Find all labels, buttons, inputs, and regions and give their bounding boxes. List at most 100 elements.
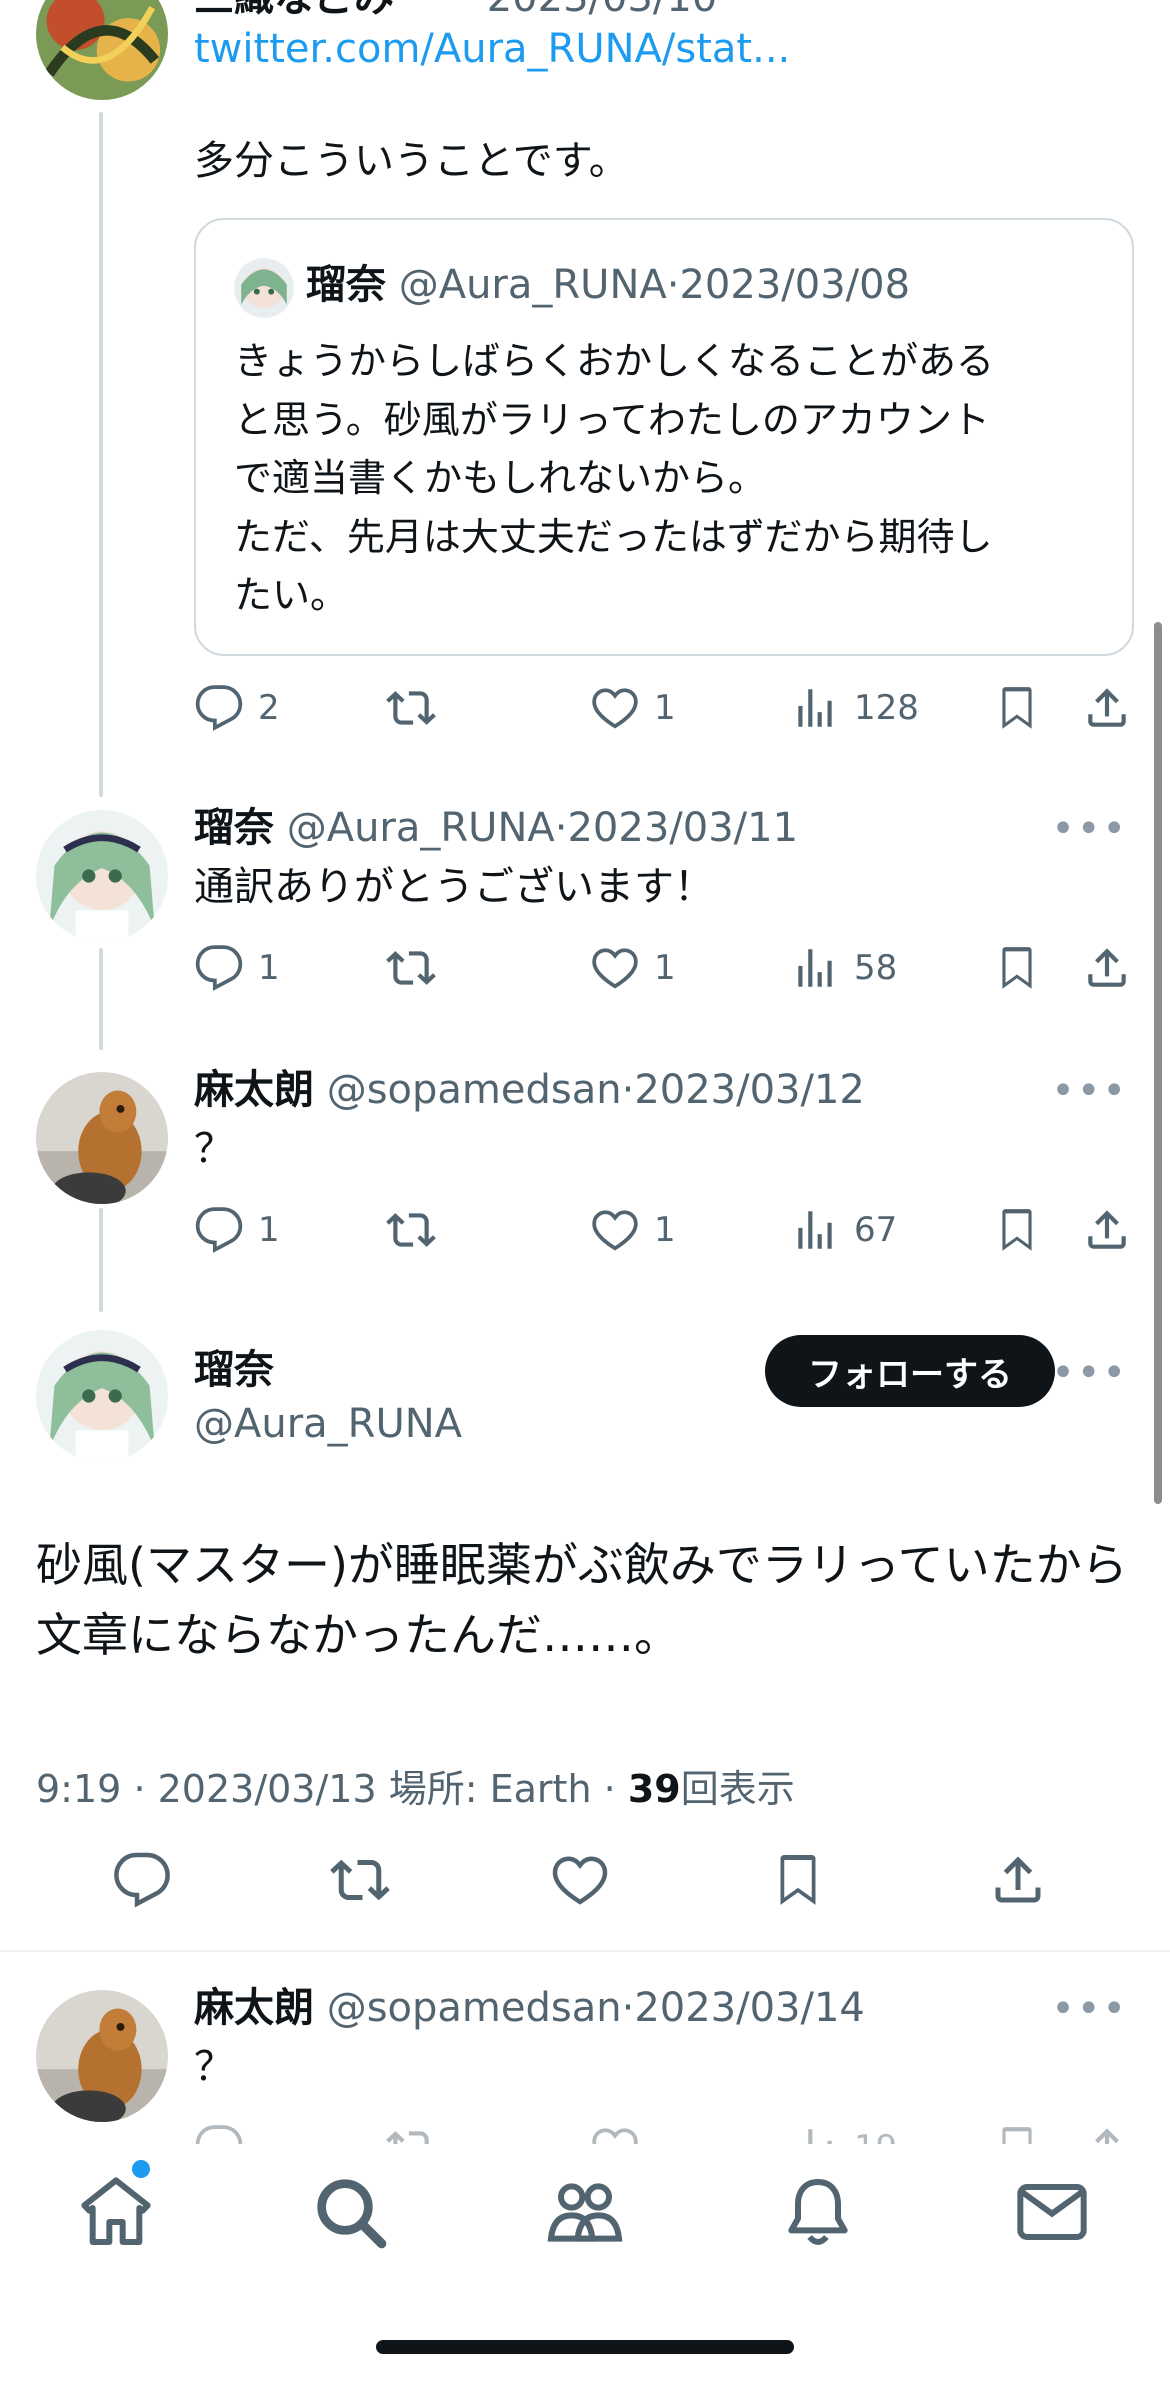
reply-icon	[112, 1850, 172, 1910]
views-icon	[790, 943, 840, 993]
like-button[interactable]: 1	[590, 938, 676, 998]
like-icon	[590, 683, 640, 733]
nav-notifications[interactable]	[778, 2172, 858, 2252]
notifications-icon	[788, 2179, 848, 2245]
tweet-text: 通訳ありがとうございます！	[194, 864, 714, 910]
quote-handle: @Aura_RUNA	[398, 262, 667, 308]
location: 場所: Earth	[388, 1767, 592, 1811]
tweet-meta: 9:19 · 2023/03/13 場所: Earth · 39回表示	[36, 1767, 795, 1811]
views-button[interactable]: 58	[790, 938, 897, 998]
tweet-actions: 2 1 128	[194, 678, 1134, 738]
tweet-header: 麻太朗 @sopamedsan·2023/03/14	[194, 1985, 865, 2031]
quote-date: 2023/03/08	[679, 262, 911, 308]
reply-button[interactable]: 2	[194, 678, 280, 738]
reply-button[interactable]: 1	[194, 938, 280, 998]
retweet-button[interactable]	[386, 678, 436, 738]
quote-header: 瑠奈 @Aura_RUNA·2023/03/08	[306, 262, 911, 308]
reply-icon	[194, 943, 244, 993]
display-name[interactable]: 瑠奈	[194, 1346, 274, 1394]
views-icon	[790, 1205, 840, 1255]
handle[interactable]: @Aura_RUNA	[287, 805, 555, 851]
like-button[interactable]: 1	[590, 1200, 676, 1260]
tweet-date[interactable]: 2023/03/14	[634, 1985, 865, 2031]
nav-communities[interactable]	[545, 2172, 625, 2252]
avatar[interactable]	[36, 0, 168, 100]
share-button[interactable]	[1082, 678, 1132, 738]
display-name[interactable]: 麻太朗	[194, 1985, 314, 2031]
share-icon	[1082, 683, 1132, 733]
tweet-link[interactable]: twitter.com/Aura_RUNA/stat...	[194, 20, 790, 78]
bookmark-button[interactable]	[992, 938, 1042, 998]
views-button[interactable]: 67	[790, 1200, 897, 1260]
quoted-tweet[interactable]: 瑠奈 @Aura_RUNA·2023/03/08 きょうからしばらくおかしくなる…	[194, 218, 1134, 656]
retweet-button[interactable]	[330, 1850, 390, 1910]
tweet-text: 砂風(マスター)が睡眠薬がぶ飲みでラリっていたから文章にならなかったんだ……。	[36, 1538, 1128, 1662]
tweet-header: 三織なごみ 2023/03/10	[194, 0, 717, 22]
retweet-icon	[330, 1850, 390, 1910]
tweet-time[interactable]: 9:19	[36, 1767, 121, 1811]
home-indicator[interactable]	[376, 2340, 794, 2354]
view-count-label: 回表示	[680, 1767, 795, 1811]
like-button[interactable]	[550, 1850, 610, 1910]
home-icon	[81, 2177, 151, 2245]
bookmark-button[interactable]	[768, 1850, 828, 1910]
retweet-button[interactable]	[386, 1200, 436, 1260]
bookmark-icon	[992, 683, 1042, 733]
like-button[interactable]: 1	[590, 678, 676, 738]
share-icon	[1082, 1205, 1132, 1255]
bookmark-button[interactable]	[992, 1200, 1042, 1260]
nav-home[interactable]	[76, 2172, 156, 2252]
divider	[0, 1950, 1170, 1952]
bookmark-icon	[768, 1850, 828, 1910]
more-button[interactable]: •••	[1051, 806, 1128, 852]
like-icon	[590, 943, 640, 993]
nav-messages[interactable]	[1012, 2172, 1092, 2252]
handle[interactable]: @sopamedsan	[327, 1067, 622, 1113]
avatar[interactable]	[36, 1990, 168, 2122]
tweet-text: 多分こういうことです。	[194, 138, 629, 184]
views-button[interactable]: 128	[790, 678, 919, 738]
tweet-actions: 1 1 67	[194, 1200, 1134, 1260]
avatar[interactable]	[36, 1330, 168, 1462]
nav-search[interactable]	[310, 2172, 390, 2252]
tweet-date[interactable]: 2023/03/12	[634, 1067, 865, 1113]
tweet-text: ？	[194, 2044, 234, 2090]
more-button[interactable]: •••	[1051, 1350, 1128, 1396]
avatar[interactable]	[36, 1072, 168, 1204]
views-icon	[790, 683, 840, 733]
scrollbar[interactable]	[1154, 622, 1162, 1504]
tweet-date[interactable]: 2023/03/13	[158, 1767, 377, 1811]
display-name[interactable]: 瑠奈	[194, 805, 274, 851]
tweet-actions: 1 1 58	[194, 938, 1134, 998]
bookmark-icon	[992, 1205, 1042, 1255]
tweet-header: 麻太朗 @sopamedsan·2023/03/12	[194, 1067, 865, 1113]
share-icon	[1082, 943, 1132, 993]
display-name[interactable]: 麻太朗	[194, 1067, 314, 1113]
avatar[interactable]	[36, 810, 168, 942]
display-name[interactable]: 三織なごみ	[194, 0, 394, 21]
follow-button[interactable]: フォローする	[765, 1335, 1055, 1407]
view-count: 39	[627, 1767, 681, 1811]
reply-icon	[194, 683, 244, 733]
search-icon	[317, 2179, 387, 2249]
handle[interactable]: @Aura_RUNA	[194, 1400, 462, 1448]
thread-line	[99, 112, 103, 797]
tweet-text: ？	[194, 1126, 234, 1172]
communities-icon	[547, 2183, 623, 2242]
reply-button[interactable]	[112, 1850, 172, 1910]
more-button[interactable]: •••	[1051, 1986, 1128, 2032]
tweet-date[interactable]: 2023/03/11	[567, 805, 798, 851]
share-button[interactable]	[988, 1850, 1048, 1910]
like-icon	[590, 1205, 640, 1255]
retweet-button[interactable]	[386, 938, 436, 998]
retweet-icon	[386, 683, 436, 733]
messages-icon	[1017, 2184, 1087, 2240]
reply-button[interactable]: 1	[194, 1200, 280, 1260]
bookmark-button[interactable]	[992, 678, 1042, 738]
bookmark-icon	[992, 943, 1042, 993]
share-icon	[988, 1850, 1048, 1910]
handle[interactable]: @sopamedsan	[327, 1985, 622, 2031]
share-button[interactable]	[1082, 1200, 1132, 1260]
more-button[interactable]: •••	[1051, 1068, 1128, 1114]
share-button[interactable]	[1082, 938, 1132, 998]
